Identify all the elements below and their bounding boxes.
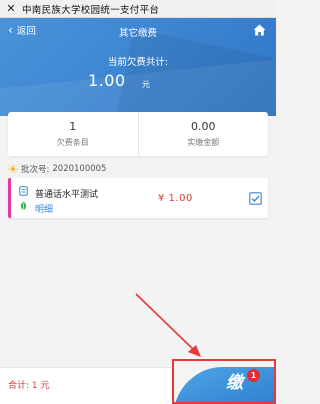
window-titlebar: ✕ 中南民族大学校园统一支付平台: [0, 0, 276, 18]
checkbox-icon[interactable]: [249, 192, 262, 205]
batch-value: 2020100005: [52, 164, 107, 174]
fee-item[interactable]: 普通话水平测试 明细 ¥ 1.00: [8, 178, 268, 218]
page-title: 其它缴费: [118, 28, 157, 39]
stat-value: 1: [69, 120, 77, 133]
document-icon: [19, 186, 28, 196]
pay-button[interactable]: 缴 1: [172, 359, 276, 404]
owed-amount: 1.00: [88, 71, 126, 90]
item-name: 普通话水平测试: [35, 190, 99, 200]
leaf-icon: [20, 201, 27, 211]
sun-icon: [8, 164, 18, 174]
item-detail-link[interactable]: 明细: [35, 202, 53, 215]
stat-paid-amount: 0.00 实缴金额: [137, 112, 269, 156]
item-accent-bar: [8, 178, 11, 218]
batch-label: 批次号:: [21, 165, 50, 175]
stat-value: 0.00: [191, 120, 216, 133]
item-count-badge: 1: [247, 369, 260, 382]
stats-card: 1 欠费条目 0.00 实缴金额: [8, 112, 268, 156]
batch-number: 批次号: 2020100005: [8, 163, 106, 175]
stat-label: 实缴金额: [187, 138, 220, 147]
pay-button-label: 缴: [226, 373, 243, 393]
owed-unit: 元: [142, 80, 150, 89]
owed-label: 当前欠费共计:: [107, 57, 169, 68]
total-amount: 合计: 1 元: [8, 381, 50, 391]
close-icon[interactable]: ✕: [0, 2, 22, 15]
stat-label: 欠费条目: [56, 138, 89, 147]
window-title: 中南民族大学校园统一支付平台: [22, 4, 160, 16]
summary-header: ‹ 返回 其它缴费 当前欠费共计: 1.00 元: [0, 18, 276, 116]
item-price: ¥ 1.00: [158, 193, 193, 204]
stat-unpaid-items: 1 欠费条目: [8, 112, 138, 156]
nav-bar: ‹ 返回 其它缴费: [0, 18, 276, 44]
home-icon[interactable]: [253, 24, 266, 36]
